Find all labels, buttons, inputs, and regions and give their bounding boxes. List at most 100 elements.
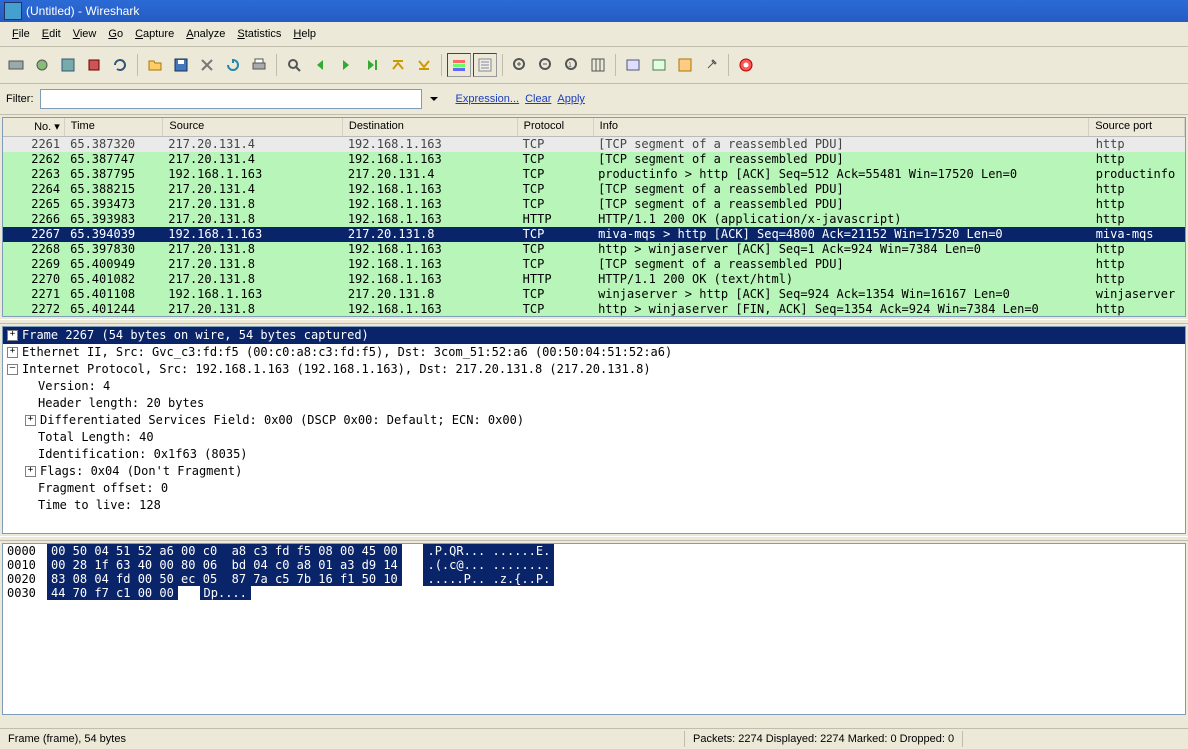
table-row[interactable]: 227165.401108192.168.1.163217.20.131.8TC… [3,287,1185,302]
col-info[interactable]: Info [594,118,1090,136]
table-row[interactable]: 226365.387795192.168.1.163217.20.131.4TC… [3,167,1185,182]
cell-time: 65.387320 [64,137,162,152]
cell-proto: TCP [517,302,592,316]
table-row[interactable]: 226765.394039192.168.1.163217.20.131.8TC… [3,227,1185,242]
table-row[interactable]: 226265.387747217.20.131.4192.168.1.163TC… [3,152,1185,167]
tree-node[interactable]: Header length: 20 bytes [3,395,1185,412]
save-icon[interactable] [169,53,193,77]
open-icon[interactable] [143,53,167,77]
autoscroll-icon[interactable] [473,53,497,77]
cell-src: 217.20.131.4 [162,152,342,167]
table-row[interactable]: 227065.401082217.20.131.8192.168.1.163HT… [3,272,1185,287]
tree-node[interactable]: +Flags: 0x04 (Don't Fragment) [3,463,1185,480]
start-capture-icon[interactable] [56,53,80,77]
restart-capture-icon[interactable] [108,53,132,77]
col-sport[interactable]: Source port [1089,118,1185,136]
print-icon[interactable] [247,53,271,77]
go-forward-icon[interactable] [334,53,358,77]
tree-node[interactable]: –Internet Protocol, Src: 192.168.1.163 (… [3,361,1185,378]
tree-node[interactable]: +Differentiated Services Field: 0x00 (DS… [3,412,1185,429]
go-last-icon[interactable] [412,53,436,77]
table-row[interactable]: 227265.401244217.20.131.8192.168.1.163TC… [3,302,1185,316]
preferences-icon[interactable] [699,53,723,77]
col-destination[interactable]: Destination [343,118,518,136]
table-row[interactable]: 226565.393473217.20.131.8192.168.1.163TC… [3,197,1185,212]
coloring-rules-icon[interactable] [673,53,697,77]
find-icon[interactable] [282,53,306,77]
menu-capture[interactable]: Capture [129,26,180,42]
close-icon[interactable] [195,53,219,77]
tree-node[interactable]: Identification: 0x1f63 (8035) [3,446,1185,463]
cell-sport: http [1090,182,1185,197]
resize-columns-icon[interactable] [586,53,610,77]
options-icon[interactable] [30,53,54,77]
packet-details-pane: + Frame 2267 (54 bytes on wire, 54 bytes … [2,326,1186,534]
packet-bytes-pane: 000000 50 04 51 52 a6 00 c0 a8 c3 fd f5 … [2,543,1186,715]
filter-dropdown-icon[interactable] [430,97,438,101]
cell-proto: TCP [517,242,592,257]
splitter[interactable] [0,319,1188,324]
menu-view[interactable]: View [67,26,103,42]
tree-node[interactable]: Version: 4 [3,378,1185,395]
menu-edit[interactable]: Edit [36,26,67,42]
hex-row[interactable]: 002083 08 04 fd 00 50 ec 05 87 7a c5 7b … [3,572,1185,586]
tree-node[interactable]: +Ethernet II, Src: Gvc_c3:fd:f5 (00:c0:a… [3,344,1185,361]
menu-statistics[interactable]: Statistics [231,26,287,42]
collapse-icon[interactable]: – [7,364,18,375]
stop-capture-icon[interactable] [82,53,106,77]
interfaces-icon[interactable] [4,53,28,77]
col-protocol[interactable]: Protocol [518,118,594,136]
cell-info: productinfo > http [ACK] Seq=512 Ack=554… [592,167,1090,182]
col-source[interactable]: Source [163,118,342,136]
cell-src: 192.168.1.163 [162,167,342,182]
splitter[interactable] [0,536,1188,541]
menu-go[interactable]: Go [102,26,129,42]
cell-time: 65.400949 [64,257,162,272]
hex-bytes: 00 50 04 51 52 a6 00 c0 a8 c3 fd f5 08 0… [47,544,402,558]
col-no[interactable]: No. ▾ [3,118,65,136]
hex-row[interactable]: 003044 70 f7 c1 00 00 Dp.... [3,586,1185,600]
capture-filters-icon[interactable] [621,53,645,77]
display-filters-icon[interactable] [647,53,671,77]
expression-button[interactable]: Expression... [456,93,520,105]
tree-label: Frame 2267 (54 bytes on wire, 54 bytes c… [22,327,369,344]
tree-node[interactable]: Fragment offset: 0 [3,480,1185,497]
zoom-out-icon[interactable] [534,53,558,77]
go-back-icon[interactable] [308,53,332,77]
apply-button[interactable]: Apply [557,93,585,105]
table-row[interactable]: 226965.400949217.20.131.8192.168.1.163TC… [3,257,1185,272]
go-to-icon[interactable] [360,53,384,77]
zoom-in-icon[interactable] [508,53,532,77]
menu-file[interactable]: File [6,26,36,42]
hex-row[interactable]: 001000 28 1f 63 40 00 80 06 bd 04 c0 a8 … [3,558,1185,572]
tree-node[interactable]: + Frame 2267 (54 bytes on wire, 54 bytes … [3,327,1185,344]
separator [502,54,503,76]
cell-time: 65.397830 [64,242,162,257]
menu-help[interactable]: Help [287,26,322,42]
help-icon[interactable] [734,53,758,77]
cell-time: 65.388215 [64,182,162,197]
table-row[interactable]: 226465.388215217.20.131.4192.168.1.163TC… [3,182,1185,197]
hex-row[interactable]: 000000 50 04 51 52 a6 00 c0 a8 c3 fd f5 … [3,544,1185,558]
tree-label: Identification: 0x1f63 (8035) [38,446,248,463]
cell-info: [TCP segment of a reassembled PDU] [592,197,1090,212]
tree-node[interactable]: Time to live: 128 [3,497,1185,514]
expand-icon[interactable]: + [7,330,18,341]
clear-button[interactable]: Clear [525,93,551,105]
table-row[interactable]: 226665.393983217.20.131.8192.168.1.163HT… [3,212,1185,227]
expand-icon[interactable]: + [25,415,36,426]
table-row[interactable]: 226165.387320217.20.131.4192.168.1.163TC… [3,137,1185,152]
colorize-icon[interactable] [447,53,471,77]
expand-icon[interactable]: + [25,466,36,477]
zoom-reset-icon[interactable]: 1 [560,53,584,77]
menu-analyze[interactable]: Analyze [180,26,231,42]
reload-icon[interactable] [221,53,245,77]
table-row[interactable]: 226865.397830217.20.131.8192.168.1.163TC… [3,242,1185,257]
col-time[interactable]: Time [65,118,164,136]
expand-icon[interactable]: + [7,347,18,358]
tree-label: Total Length: 40 [38,429,154,446]
cell-sport: http [1090,257,1185,272]
filter-input[interactable] [40,89,422,109]
go-first-icon[interactable] [386,53,410,77]
tree-node[interactable]: Total Length: 40 [3,429,1185,446]
